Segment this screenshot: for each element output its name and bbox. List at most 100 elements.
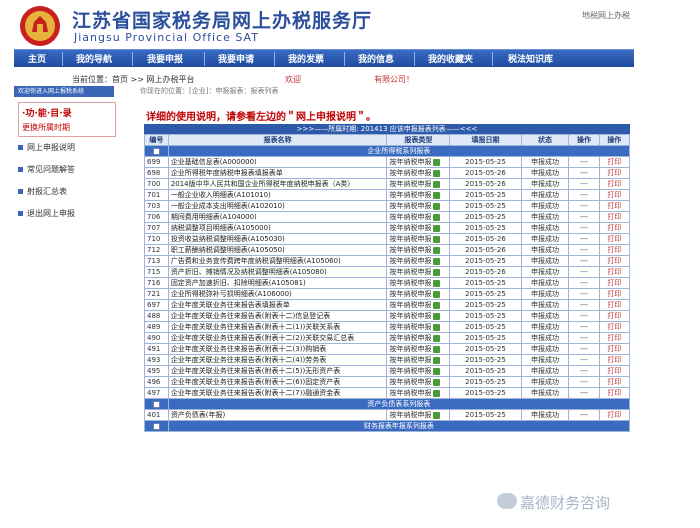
row-print-link[interactable]: 打印 (598, 178, 631, 190)
row-print-link[interactable]: 打印 (598, 255, 631, 267)
table-row[interactable]: 706 期间费用明细表(A104000) 按年纳税申报 2015-05-25 申报成功 -… (144, 211, 631, 223)
row-print-link[interactable]: 打印 (598, 244, 631, 256)
nav-my-info[interactable]: 我的信息 (358, 52, 394, 65)
row-print-link[interactable]: 打印 (598, 376, 631, 388)
row-print-link[interactable]: 打印 (598, 409, 631, 421)
table-row[interactable]: 713 广告费和业务宣传费跨年度纳税调整明细表(A105060) 按年纳税申报 201… (144, 255, 631, 267)
table-row[interactable]: 716 固定资产加速折旧、扣除明细表(A105081) 按年纳税申报 2015-05-… (144, 277, 631, 289)
edit-icon[interactable] (433, 301, 441, 309)
row-report-name[interactable]: 企业年度关联业务往来报告表填报表单 (167, 299, 388, 311)
row-print-link[interactable]: 打印 (598, 343, 631, 355)
edit-icon[interactable] (433, 345, 441, 353)
row-print-link[interactable]: 打印 (598, 200, 631, 212)
row-print-link[interactable]: 打印 (598, 365, 631, 377)
nav-my-navigation[interactable]: 我的导航 (76, 52, 112, 65)
row-report-name[interactable]: 广告费和业务宣传费跨年度纳税调整明细表(A105060) (167, 255, 388, 267)
row-print-link[interactable]: 打印 (598, 222, 631, 234)
row-report-name[interactable]: 资产折旧、摊销情况及纳税调整明细表(A105080) (167, 266, 388, 278)
row-report-name[interactable]: 企业所得税弥补亏损明细表(A106000) (167, 288, 388, 300)
group-checkbox-cell[interactable] (144, 398, 169, 410)
row-report-name[interactable]: 职工薪酬纳税调整明细表(A105050) (167, 244, 388, 256)
group-checkbox-cell[interactable] (144, 145, 169, 157)
sidebar-item-faq[interactable]: 常见问题解答 (18, 164, 75, 175)
row-report-name[interactable]: 一般企业成本支出明细表(A102010) (167, 200, 388, 212)
row-report-name[interactable]: 企业年度关联业务往来报告表(附表十二(4))劳务表 (167, 354, 388, 366)
table-row[interactable]: 700 2014版中华人民共和国企业所得税年度纳税申报表（A类） 按年纳税申报 201… (144, 178, 631, 190)
change-period-link[interactable]: 更换所属时期 (22, 122, 112, 133)
nav-tax-knowledge[interactable]: 税法知识库 (508, 52, 553, 65)
edit-icon[interactable] (433, 367, 441, 375)
row-print-link[interactable]: 打印 (598, 211, 631, 223)
group-checkbox-cell[interactable] (144, 420, 169, 432)
nav-invoice[interactable]: 我的发票 (288, 52, 324, 65)
table-row[interactable]: 710 投资收益纳税调整明细表(A105030) 按年纳税申报 2015-05-26 申… (144, 233, 631, 245)
table-row[interactable]: 491 企业年度关联业务往来报告表(附表十二(3))购销表 按年纳税申报 2015-0… (144, 343, 631, 355)
edit-icon[interactable] (433, 323, 441, 331)
edit-icon[interactable] (433, 378, 441, 386)
sidebar-item-guide[interactable]: 网上申报说明 (18, 142, 75, 153)
row-report-name[interactable]: 资产负债表(年报) (167, 409, 388, 421)
row-report-name[interactable]: 企业年度关联业务往来报告表(附表十二(6))固定资产表 (167, 376, 388, 388)
row-report-name[interactable]: 企业年度关联业务往来报告表(附表十二(5))无形资产表 (167, 365, 388, 377)
row-print-link[interactable]: 打印 (598, 299, 631, 311)
row-report-name[interactable]: 纳税调整项目明细表(A105000) (167, 222, 388, 234)
edit-icon[interactable] (433, 158, 441, 166)
table-row[interactable]: 712 职工薪酬纳税调整明细表(A105050) 按年纳税申报 2015-05-26 申… (144, 244, 631, 256)
edit-icon[interactable] (433, 257, 441, 265)
edit-icon[interactable] (433, 312, 441, 320)
edit-icon[interactable] (433, 202, 441, 210)
table-row[interactable]: 703 一般企业成本支出明细表(A102010) 按年纳税申报 2015-05-25 申… (144, 200, 631, 212)
table-row[interactable]: 493 企业年度关联业务往来报告表(附表十二(4))劳务表 按年纳税申报 2015-0… (144, 354, 631, 366)
row-print-link[interactable]: 打印 (598, 321, 631, 333)
row-report-name[interactable]: 期间费用明细表(A104000) (167, 211, 388, 223)
row-print-link[interactable]: 打印 (598, 156, 631, 168)
edit-icon[interactable] (433, 213, 441, 221)
row-report-name[interactable]: 企业年度关联业务往来报告表(附表十二(1))关联关系表 (167, 321, 388, 333)
row-report-name[interactable]: 企业所得税年度纳税申报表填报表单 (167, 167, 388, 179)
row-report-name[interactable]: 2014版中华人民共和国企业所得税年度纳税申报表（A类） (167, 178, 388, 190)
nav-favorites[interactable]: 我的收藏夹 (428, 52, 473, 65)
row-print-link[interactable]: 打印 (598, 167, 631, 179)
table-row[interactable]: 715 资产折旧、摊销情况及纳税调整明细表(A105080) 按年纳税申报 2015-… (144, 266, 631, 278)
row-print-link[interactable]: 打印 (598, 189, 631, 201)
local-tax-link[interactable]: 地税网上办税 (582, 10, 630, 21)
edit-icon[interactable] (433, 169, 441, 177)
row-print-link[interactable]: 打印 (598, 288, 631, 300)
table-row[interactable]: 721 企业所得税弥补亏损明细表(A106000) 按年纳税申报 2015-05-25… (144, 288, 631, 300)
edit-icon[interactable] (433, 246, 441, 254)
row-print-link[interactable]: 打印 (598, 387, 631, 399)
row-print-link[interactable]: 打印 (598, 332, 631, 344)
nav-declare[interactable]: 我要申报 (147, 52, 183, 65)
edit-icon[interactable] (433, 290, 441, 298)
row-print-link[interactable]: 打印 (598, 310, 631, 322)
table-row[interactable]: 496 企业年度关联业务往来报告表(附表十二(6))固定资产表 按年纳税申报 2015… (144, 376, 631, 388)
table-row[interactable]: 490 企业年度关联业务往来报告表(附表十二(2))关联交易汇总表 按年纳税申报 20… (144, 332, 631, 344)
row-report-name[interactable]: 企业年度关联业务往来报告表(附表十二(2))关联交易汇总表 (167, 332, 388, 344)
table-row[interactable]: 401 资产负债表(年报) 按年纳税申报 2015-05-25 申报成功 --- 打印 (144, 409, 631, 421)
row-print-link[interactable]: 打印 (598, 354, 631, 366)
edit-icon[interactable] (433, 411, 441, 419)
row-report-name[interactable]: 企业年度关联业务往来报告表(附表十二)信息登记表 (167, 310, 388, 322)
row-report-name[interactable]: 一般企业收入明细表(A101010) (167, 189, 388, 201)
edit-icon[interactable] (433, 389, 441, 397)
table-row[interactable]: 488 企业年度关联业务往来报告表(附表十二)信息登记表 按年纳税申报 2015-05… (144, 310, 631, 322)
table-row[interactable]: 497 企业年度关联业务往来报告表(附表十二(7))融通资金表 按年纳税申报 2015… (144, 387, 631, 399)
select-all-checkbox[interactable] (152, 400, 160, 408)
table-row[interactable]: 489 企业年度关联业务往来报告表(附表十二(1))关联关系表 按年纳税申报 2015… (144, 321, 631, 333)
row-print-link[interactable]: 打印 (598, 233, 631, 245)
nav-apply[interactable]: 我要申请 (218, 52, 254, 65)
select-all-checkbox[interactable] (152, 147, 160, 155)
row-report-name[interactable]: 企业年度关联业务往来报告表(附表十二(3))购销表 (167, 343, 388, 355)
edit-icon[interactable] (433, 356, 441, 364)
table-row[interactable]: 707 纳税调整项目明细表(A105000) 按年纳税申报 2015-05-25 申报成… (144, 222, 631, 234)
row-report-name[interactable]: 企业年度关联业务往来报告表(附表十二(7))融通资金表 (167, 387, 388, 399)
row-print-link[interactable]: 打印 (598, 277, 631, 289)
nav-home[interactable]: 主页 (28, 52, 46, 65)
select-all-checkbox[interactable] (152, 422, 160, 430)
sidebar-item-exit[interactable]: 退出网上申报 (18, 208, 75, 219)
edit-icon[interactable] (433, 224, 441, 232)
table-row[interactable]: 697 企业年度关联业务往来报告表填报表单 按年纳税申报 2015-05-25 申报成功… (144, 299, 631, 311)
table-row[interactable]: 495 企业年度关联业务往来报告表(附表十二(5))无形资产表 按年纳税申报 2015… (144, 365, 631, 377)
table-row[interactable]: 701 一般企业收入明细表(A101010) 按年纳税申报 2015-05-25 申报成… (144, 189, 631, 201)
table-row[interactable]: 698 企业所得税年度纳税申报表填报表单 按年纳税申报 2015-05-26 申报成功 -… (144, 167, 631, 179)
